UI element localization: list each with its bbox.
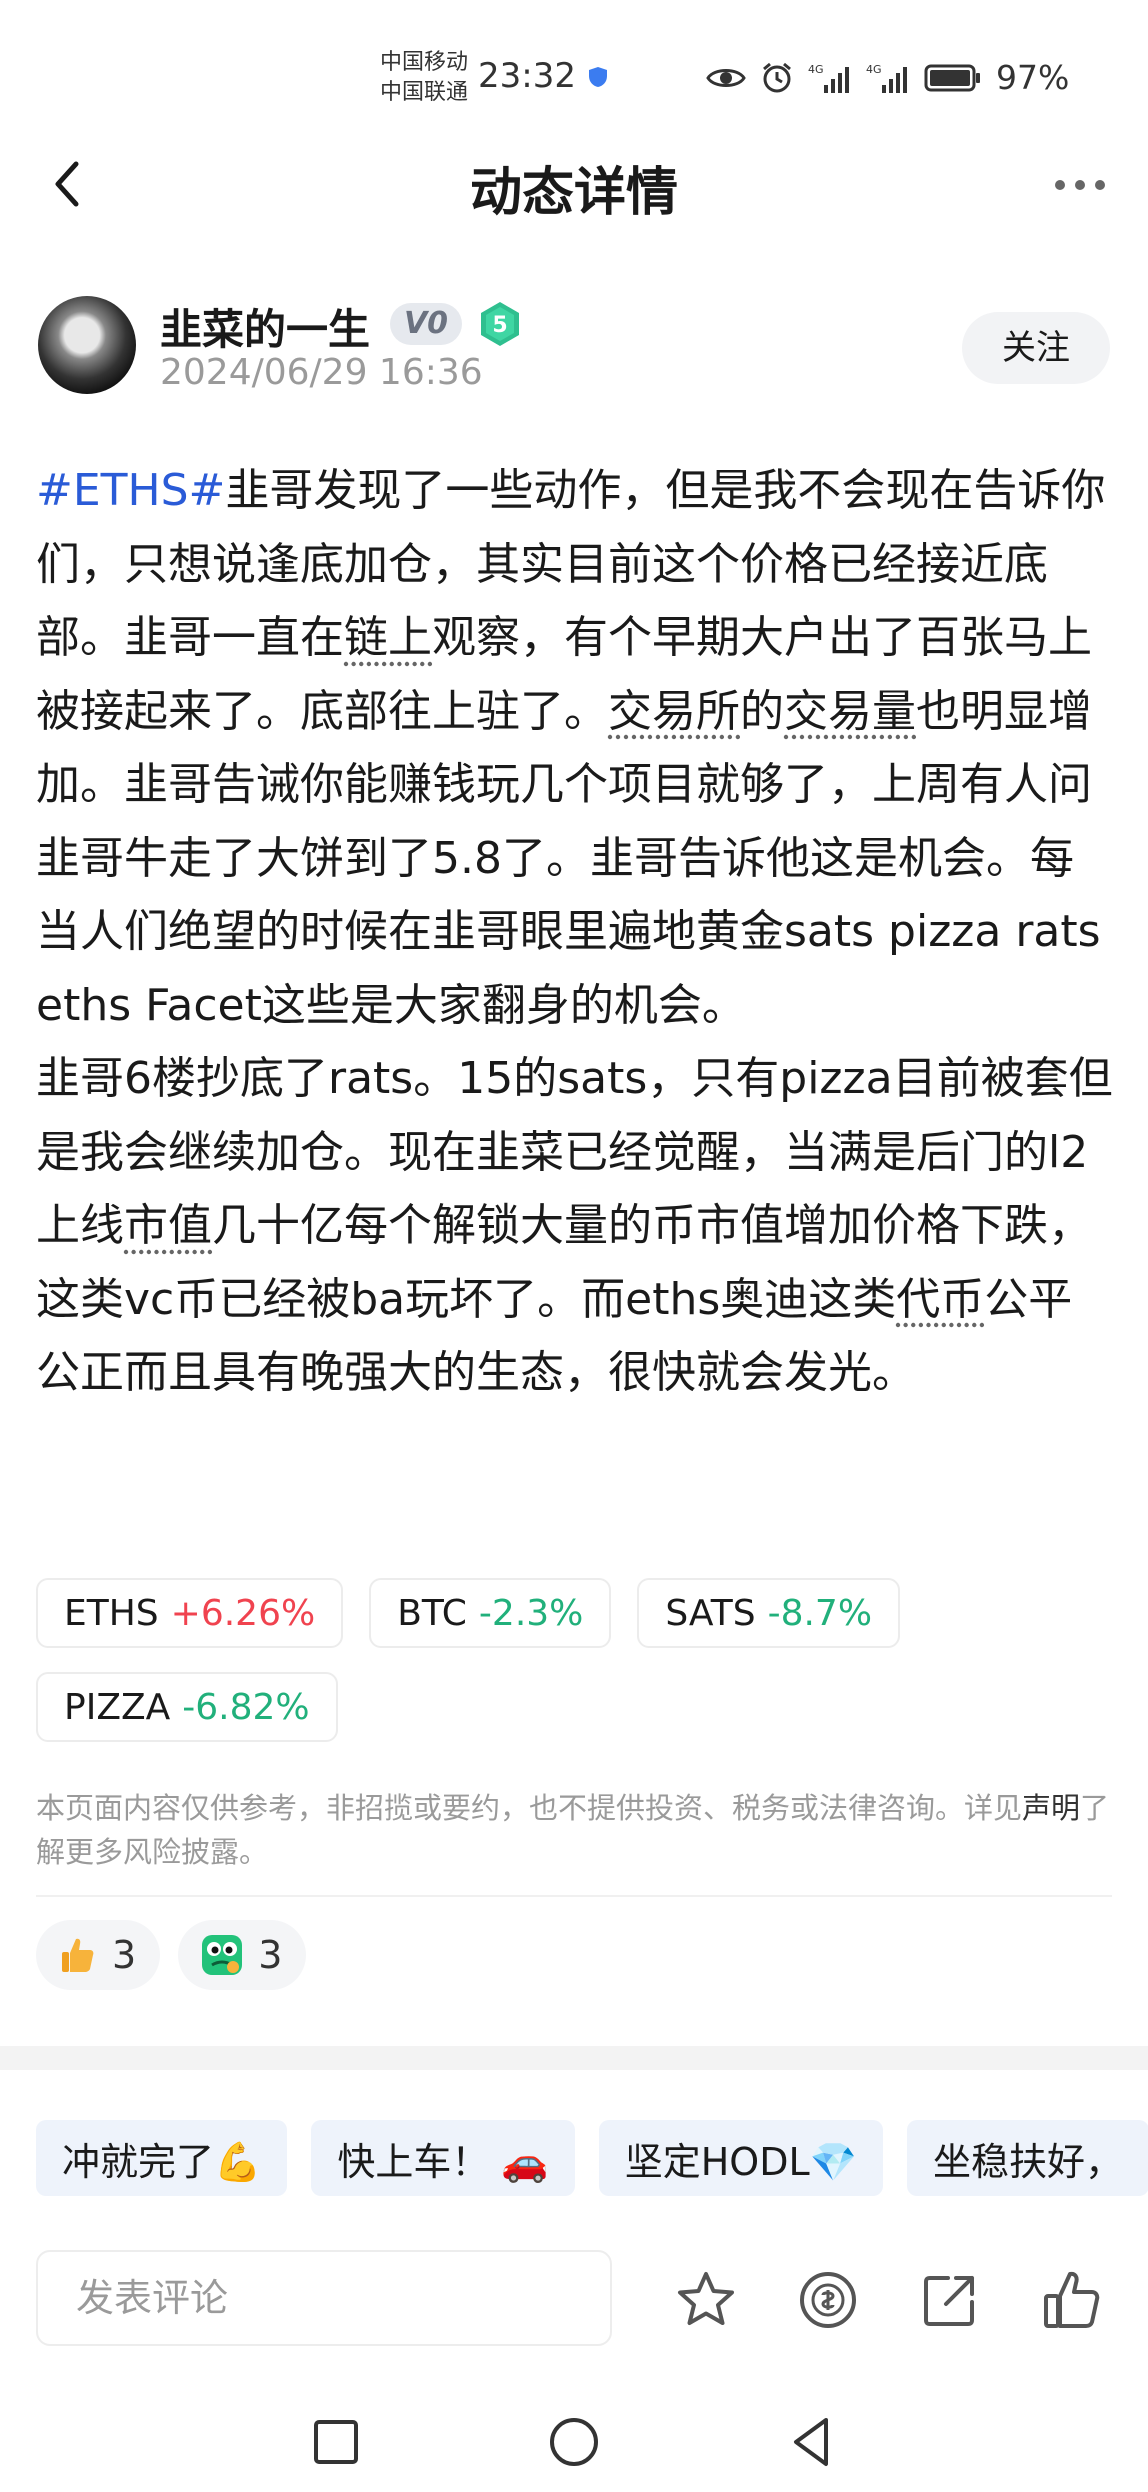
battery-icon — [924, 64, 980, 91]
status-bar: 中国移动 中国联通 23:32 4G 4G 97% — [0, 0, 1148, 150]
vip-badge: V0 — [390, 303, 462, 345]
divider — [36, 1895, 1112, 1897]
status-time: 23:32 — [478, 56, 576, 96]
reactions: 3 3 — [36, 1920, 307, 1990]
more-dots-icon[interactable] — [1050, 170, 1110, 200]
section-divider — [0, 2046, 1148, 2070]
coin-symbol: BTC — [397, 1592, 467, 1634]
coin-symbol: SATS — [665, 1592, 756, 1634]
signal-4g-icon: 4G — [808, 63, 849, 93]
back-triangle-icon[interactable] — [782, 2412, 842, 2472]
keyword-link[interactable]: 交易所 — [608, 686, 740, 737]
coin-symbol: ETHS — [64, 1592, 159, 1634]
like-icon[interactable] — [1040, 2268, 1104, 2332]
coin-tag-eths[interactable]: ETHS +6.26% — [36, 1578, 344, 1648]
post-text: 的 — [740, 685, 784, 737]
quick-comment-chip[interactable]: 冲就完了💪 — [36, 2120, 288, 2196]
recent-apps-icon[interactable] — [306, 2412, 366, 2472]
comment-input[interactable]: 发表评论 — [36, 2250, 612, 2346]
quick-comment-chip[interactable]: 坚定HODL💎 — [598, 2120, 883, 2196]
keyword-link[interactable]: 交易量 — [784, 686, 916, 737]
disclaimer-text: 本页面内容仅供参考，非招揽或要约，也不提供投资、税务或法律咨询。详见 — [36, 1791, 1023, 1825]
post-paragraph-2: 韭哥6楼抄底了rats。15的sats，只有pizza目前被套但是我会继续加仓。… — [36, 1042, 1116, 1410]
svg-text:4G: 4G — [866, 63, 882, 76]
avatar[interactable] — [38, 296, 136, 394]
coin-change: +6.26% — [170, 1592, 316, 1634]
alarm-icon — [763, 62, 791, 92]
page-title: 动态详情 — [469, 163, 678, 223]
eye-icon — [706, 68, 746, 87]
follow-button[interactable]: 关注 — [962, 312, 1110, 384]
coin-symbol: PIZZA — [64, 1686, 171, 1728]
keyword-link[interactable]: 市值 — [124, 1200, 212, 1251]
tip-coin-icon[interactable] — [796, 2268, 860, 2332]
author-name[interactable]: 韭菜的一生 — [160, 296, 370, 357]
signal-4g-icon: 4G — [866, 63, 907, 93]
shield-icon — [589, 67, 607, 87]
coin-tag-sats[interactable]: SATS -8.7% — [637, 1578, 901, 1648]
top-nav: 动态详情 — [0, 130, 1148, 240]
reaction-thumbs-up[interactable]: 3 — [36, 1920, 161, 1990]
system-nav-bar — [0, 2390, 1148, 2492]
coin-tags: ETHS +6.26% BTC -2.3% SATS -8.7% PIZZA -… — [36, 1578, 1126, 1742]
thumbs-up-emoji-icon — [62, 1938, 94, 1972]
keyword-link[interactable]: 代币 — [896, 1274, 984, 1325]
keyword-link[interactable]: 链上 — [344, 612, 432, 663]
status-icons: 4G 4G 97% — [706, 58, 1069, 97]
coin-tag-btc[interactable]: BTC -2.3% — [369, 1578, 612, 1648]
carrier-info: 中国移动 中国联通 — [380, 48, 468, 108]
level-badge-text: 5 — [492, 313, 507, 338]
star-icon[interactable] — [674, 2268, 738, 2332]
coin-change: -2.3% — [478, 1592, 584, 1634]
battery-percent: 97% — [996, 58, 1070, 97]
coin-tag-pizza[interactable]: PIZZA -6.82% — [36, 1672, 338, 1742]
post-content: #ETHS#韭哥发现了一些动作，但是我不会现在告诉你们，只想说逢底加仓，其实目前… — [36, 454, 1116, 1410]
quick-comments: 冲就完了💪 快上车！ 🚗 坚定HODL💎 坐稳扶好， — [36, 2120, 1148, 2196]
level-badge-icon: 5 — [481, 302, 519, 346]
carrier-1: 中国移动 — [380, 50, 469, 75]
post-paragraph-1: #ETHS#韭哥发现了一些动作，但是我不会现在告诉你们，只想说逢底加仓，其实目前… — [36, 454, 1116, 1042]
reaction-green-face[interactable]: 3 — [178, 1920, 307, 1990]
quick-comment-chip[interactable]: 快上车！ 🚗 — [311, 2120, 575, 2196]
coin-change: -8.7% — [767, 1592, 873, 1634]
reaction-count: 3 — [112, 1933, 137, 1977]
share-icon[interactable] — [918, 2268, 982, 2332]
svg-text:4G: 4G — [808, 63, 824, 76]
quick-comment-chip[interactable]: 坐稳扶好， — [906, 2120, 1148, 2196]
carrier-2: 中国联通 — [380, 80, 469, 105]
hashtag-link[interactable]: #ETHS# — [36, 465, 225, 516]
post-timestamp: 2024/06/29 16:36 — [160, 352, 483, 393]
coin-change: -6.82% — [182, 1686, 310, 1728]
disclaimer-link[interactable]: 声明 — [1022, 1791, 1080, 1825]
reaction-count: 3 — [258, 1933, 283, 1977]
disclaimer: 本页面内容仅供参考，非招揽或要约，也不提供投资、税务或法律咨询。详见声明了解更多… — [36, 1786, 1116, 1874]
post-text: 也明显增加。韭哥告诫你能赚钱玩几个项目就够了，上周有人问韭哥牛走了大饼到了5.8… — [36, 685, 1101, 1031]
green-face-emoji-icon — [202, 1935, 243, 1975]
home-icon[interactable] — [544, 2412, 604, 2472]
